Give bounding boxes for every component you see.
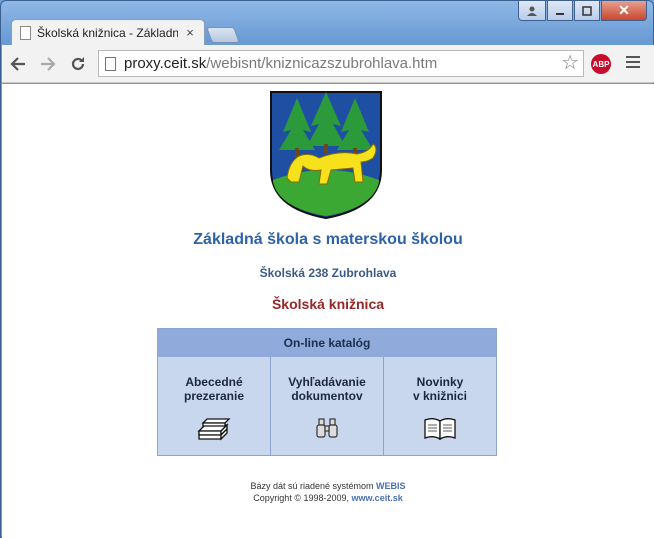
page-icon bbox=[105, 56, 116, 71]
online-catalog-table: On-line katalóg Abecedné prezeranie Vyhľ… bbox=[157, 328, 497, 456]
maximize-button[interactable] bbox=[574, 1, 600, 21]
address-bar[interactable]: proxy.ceit.sk/webisnt/kniznicazszubrohla… bbox=[98, 50, 584, 77]
maximize-icon bbox=[582, 5, 592, 16]
alphabetical-browse-link[interactable]: Abecedné prezeranie bbox=[158, 357, 271, 455]
binoculars-icon bbox=[316, 418, 338, 438]
close-window-button[interactable]: ✕ bbox=[601, 1, 647, 21]
browser-toolbar: proxy.ceit.sk/webisnt/kniznicazszubrohla… bbox=[2, 45, 654, 83]
reload-button[interactable] bbox=[64, 50, 92, 78]
search-documents-link[interactable]: Vyhľadávanie dokumentov bbox=[271, 357, 384, 455]
coat-of-arms-logo bbox=[270, 91, 382, 220]
school-name: Základná škola s materskou školou bbox=[193, 231, 463, 248]
forward-button[interactable] bbox=[34, 50, 62, 78]
footer-line-1: Bázy dát sú riadené systémom WEBIS bbox=[2, 480, 654, 492]
page-footer: Bázy dát sú riadené systémom WEBIS Copyr… bbox=[2, 480, 654, 504]
tab-close-icon[interactable]: × bbox=[184, 25, 196, 40]
cell-label: Novinky v knižnici bbox=[412, 375, 468, 403]
footer-text: Bázy dát sú riadené systémom bbox=[250, 481, 374, 491]
window-controls: ✕ bbox=[518, 1, 647, 21]
url-host: proxy.ceit.sk bbox=[124, 55, 207, 72]
copyright-text: Copyright © 1998-2009, bbox=[253, 493, 349, 503]
browser-window: ✕ Školská knižnica - Základn × proxy.cei… bbox=[0, 0, 654, 538]
back-arrow-icon bbox=[10, 56, 25, 71]
minimize-button[interactable] bbox=[547, 1, 573, 21]
page-icon bbox=[20, 25, 31, 40]
webis-link[interactable]: WEBIS bbox=[376, 481, 406, 491]
cell-label: Abecedné prezeranie bbox=[183, 375, 245, 403]
adblock-plus-icon[interactable]: ABP bbox=[591, 54, 611, 74]
user-icon bbox=[527, 6, 537, 16]
open-book-icon bbox=[424, 418, 456, 441]
url-path: /webisnt/kniznicazszubrohlava.htm bbox=[206, 55, 438, 72]
footer-line-2: Copyright © 1998-2009, www.ceit.sk bbox=[2, 492, 654, 504]
user-profile-button[interactable] bbox=[518, 1, 546, 21]
browser-tab-active[interactable]: Školská knižnica - Základn × bbox=[11, 19, 205, 45]
catalog-header: On-line katalóg bbox=[158, 329, 496, 357]
url-text: proxy.ceit.sk/webisnt/kniznicazszubrohla… bbox=[124, 55, 437, 72]
books-stack-icon bbox=[197, 418, 231, 441]
ceit-link[interactable]: www.ceit.sk bbox=[352, 493, 403, 503]
minimize-icon bbox=[556, 12, 564, 15]
cell-label: Vyhľadávanie dokumentov bbox=[288, 375, 366, 403]
catalog-options: Abecedné prezeranie Vyhľadávanie dokumen… bbox=[158, 357, 496, 455]
web-page: Základná škola s materskou školou Školsk… bbox=[2, 84, 654, 538]
forward-arrow-icon bbox=[41, 56, 56, 71]
library-title: Školská knižnica bbox=[271, 296, 385, 312]
school-address: Školská 238 Zubrohlava bbox=[259, 266, 397, 280]
reload-icon bbox=[71, 56, 85, 70]
new-tab-button[interactable] bbox=[206, 27, 240, 43]
bookmark-star-icon[interactable]: ☆ bbox=[561, 53, 579, 73]
library-news-link[interactable]: Novinky v knižnici bbox=[384, 357, 496, 455]
tab-title: Školská knižnica - Základn bbox=[37, 25, 178, 40]
menu-icon[interactable] bbox=[626, 56, 640, 71]
back-button[interactable] bbox=[4, 50, 32, 78]
